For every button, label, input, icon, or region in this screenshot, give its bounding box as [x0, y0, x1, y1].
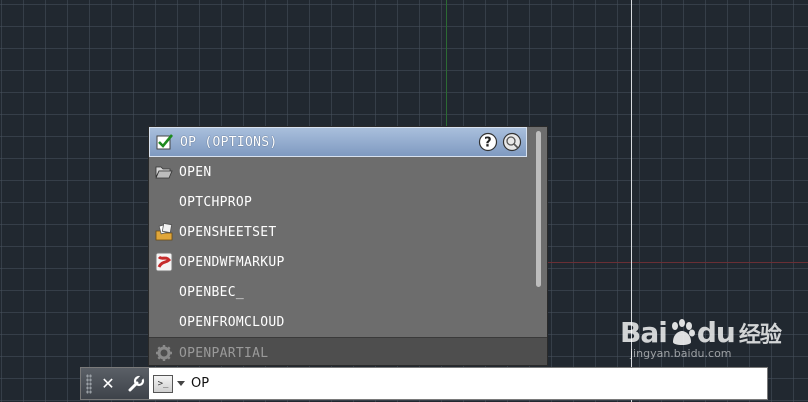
help-icon[interactable]: ?	[478, 132, 498, 156]
autocomplete-item-openbec[interactable]: OPENBEC_	[149, 277, 527, 307]
watermark: Bai du 经验 jingyan.baidu.com	[620, 316, 782, 360]
autocomplete-item-label: OPENDWFMARKUP	[179, 254, 285, 270]
command-line: ✕ >_ OP	[80, 367, 768, 400]
autocomplete-item-label: OPENBEC_	[179, 284, 245, 300]
drag-handle[interactable]	[86, 373, 92, 394]
autocomplete-item-label: OPENFROMCLOUD	[179, 314, 285, 330]
checkbox-icon	[154, 131, 176, 153]
autocomplete-item-opensheetset[interactable]: OPENSHEETSET	[149, 217, 527, 247]
command-input-area[interactable]: >_ OP	[149, 368, 767, 399]
autocomplete-item-label: OPEN	[179, 164, 212, 180]
baidu-logo: Bai du 经验	[620, 316, 782, 349]
autocomplete-item-label: OPENPARTIAL	[179, 345, 269, 361]
command-input[interactable]: OP	[191, 376, 209, 391]
autocomplete-item-label: OPENSHEETSET	[179, 224, 277, 240]
autocomplete-item-openpartial[interactable]: OPENPARTIAL	[149, 337, 547, 365]
autocomplete-list[interactable]: OP (OPTIONS) ? OPEN OPTCHPROP OPENSHEETS…	[148, 126, 548, 366]
autocomplete-item-label: OPTCHPROP	[179, 194, 253, 210]
autocomplete-item-opendwfmarkup[interactable]: OPENDWFMARKUP	[149, 247, 527, 277]
x-axis-line	[546, 262, 808, 263]
y-axis-line	[446, 0, 447, 128]
wrench-icon[interactable]	[124, 372, 148, 396]
gear-icon	[153, 342, 175, 364]
list-scrollbar[interactable]	[529, 127, 547, 337]
command-line-toolbar: ✕	[81, 368, 149, 399]
command-prompt-icon[interactable]: >_	[153, 374, 173, 393]
autocomplete-item-openfromcloud[interactable]: OPENFROMCLOUD	[149, 307, 527, 337]
watermark-url: jingyan.baidu.com	[630, 347, 732, 360]
folder-open-icon	[153, 161, 175, 183]
sheetset-icon	[153, 221, 175, 243]
autocomplete-item-label: OP (OPTIONS)	[180, 134, 278, 150]
search-internet-icon[interactable]	[502, 132, 522, 156]
autocomplete-item-open[interactable]: OPEN	[149, 157, 527, 187]
scrollbar-thumb[interactable]	[536, 131, 541, 287]
chevron-down-icon[interactable]	[177, 381, 185, 386]
autocomplete-item-options[interactable]: OP (OPTIONS) ?	[149, 127, 527, 157]
svg-text:?: ?	[484, 136, 492, 151]
close-icon[interactable]: ✕	[96, 372, 120, 396]
paw-icon	[671, 318, 695, 345]
autocomplete-item-optchprop[interactable]: OPTCHPROP	[149, 187, 527, 217]
dwf-markup-icon	[153, 251, 175, 273]
